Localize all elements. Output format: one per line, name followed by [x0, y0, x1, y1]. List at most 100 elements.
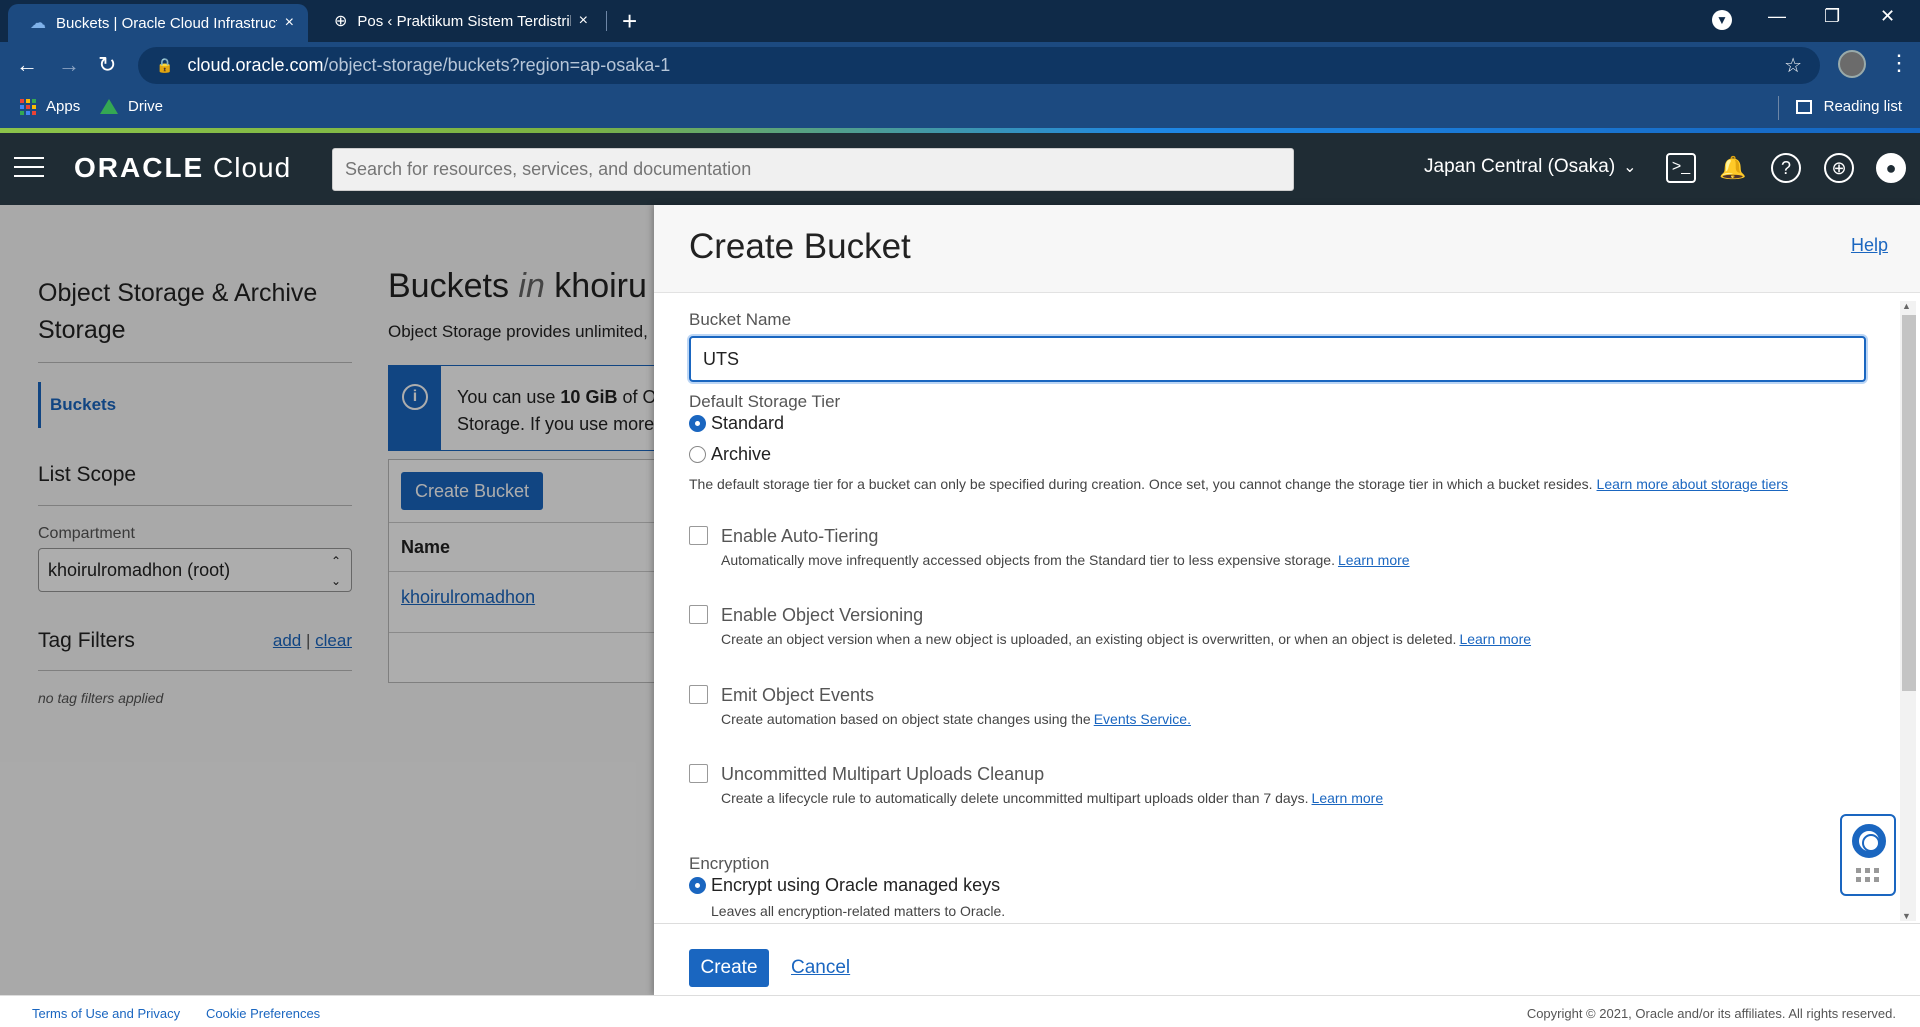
tab-title: Buckets | Oracle Cloud Infrastructu: [56, 14, 277, 32]
checkbox-label: Uncommitted Multipart Uploads Cleanup: [721, 764, 1045, 784]
encryption-help: Leaves all encryption-related matters to…: [711, 903, 1006, 919]
lock-icon: 🔒: [156, 57, 174, 73]
radio-label: Archive: [711, 444, 772, 464]
forward-icon[interactable]: →: [58, 50, 80, 80]
hamburger-menu-icon[interactable]: [14, 157, 44, 184]
auto-tiering-checkbox[interactable]: [689, 526, 708, 545]
bookmark-apps[interactable]: Apps: [20, 98, 80, 115]
tier-archive-radio[interactable]: Archive: [689, 444, 771, 465]
checkbox-help: Create automation based on object state …: [721, 711, 1191, 727]
bookmarks-bar: Apps Drive Reading list: [0, 88, 1920, 128]
reload-icon[interactable]: ↻: [98, 50, 116, 80]
support-widget[interactable]: [1840, 814, 1896, 896]
back-icon[interactable]: ←: [16, 50, 38, 80]
checkbox-help: Create an object version when a new obje…: [721, 631, 1531, 647]
modal-overlay[interactable]: [0, 205, 654, 995]
create-bucket-panel: Create Bucket Help Bucket Name Default S…: [654, 205, 1920, 995]
tab-title: Pos ‹ Praktikum Sistem Terdistribu: [357, 12, 571, 30]
tab-praktikum[interactable]: ⊕ Pos ‹ Praktikum Sistem Terdistribu ×: [312, 0, 602, 42]
create-button[interactable]: Create: [689, 949, 769, 987]
help-text: Create automation based on object state …: [721, 711, 1091, 727]
checkbox-help: Automatically move infrequently accessed…: [721, 552, 1410, 568]
help-link[interactable]: Help: [1851, 235, 1888, 256]
console-search-input[interactable]: [332, 148, 1294, 191]
radio-label: Standard: [711, 413, 785, 433]
tab-search-icon[interactable]: ▼: [1712, 10, 1732, 30]
scroll-up-icon[interactable]: ▲: [1902, 301, 1911, 311]
events-service-link[interactable]: Events Service.: [1094, 711, 1191, 727]
grid-dots-icon: [1856, 868, 1879, 882]
lifebuoy-icon: [1852, 824, 1886, 858]
browser-tab-strip: ☁ Buckets | Oracle Cloud Infrastructu × …: [0, 0, 1920, 42]
oracle-managed-keys-radio[interactable]: Encrypt using Oracle managed keys: [689, 875, 1000, 896]
user-profile-icon[interactable]: ●: [1876, 153, 1906, 183]
tab-separator: [606, 11, 607, 31]
close-tab-icon[interactable]: ×: [285, 14, 294, 32]
oracle-cloud-logo[interactable]: ORACLE Cloud: [74, 152, 291, 184]
encryption-label: Encryption: [689, 854, 770, 873]
storage-tiers-link[interactable]: Learn more about storage tiers: [1597, 476, 1788, 492]
drive-icon: [100, 99, 118, 114]
bookmark-star-icon[interactable]: ☆: [1784, 53, 1802, 78]
bookmark-drive[interactable]: Drive: [100, 98, 163, 115]
bookmark-label: Apps: [46, 98, 81, 115]
cloud-icon: ☁: [30, 15, 46, 32]
help-text: Create a lifecycle rule to automatically…: [721, 790, 1309, 806]
url-host: cloud.oracle.com: [187, 55, 324, 75]
panel-header: Create Bucket Help: [654, 205, 1920, 293]
scrollbar-thumb[interactable]: [1902, 315, 1916, 691]
panel-body: Bucket Name Default Storage Tier Standar…: [654, 293, 1920, 923]
help-text: Create an object version when a new obje…: [721, 631, 1457, 647]
learn-more-link[interactable]: Learn more: [1312, 790, 1384, 806]
scroll-down-icon[interactable]: ▼: [1902, 911, 1911, 921]
logo-product: Cloud: [204, 152, 292, 183]
bookmark-label: Drive: [128, 98, 164, 115]
apps-grid-icon: [20, 98, 36, 115]
radio-selected-icon: [689, 415, 706, 432]
help-text: Automatically move infrequently accessed…: [721, 552, 1335, 568]
reading-list-label: Reading list: [1823, 98, 1902, 115]
browser-menu-icon[interactable]: ⋮: [1888, 50, 1910, 76]
radio-selected-icon: [689, 877, 706, 894]
help-icon[interactable]: ?: [1771, 153, 1801, 183]
close-tab-icon[interactable]: ×: [579, 12, 588, 30]
cookie-preferences-link[interactable]: Cookie Preferences: [206, 1006, 320, 1021]
console-header: ORACLE Cloud Japan Central (Osaka) ⌄ >_ …: [0, 133, 1920, 205]
browser-toolbar: ← → ↻ 🔒 cloud.oracle.com/object-storage/…: [0, 42, 1920, 88]
terms-link[interactable]: Terms of Use and Privacy: [32, 1006, 180, 1021]
page-footer: Terms of Use and Privacy Cookie Preferen…: [0, 995, 1920, 1027]
globe-icon: ⊕: [334, 13, 348, 30]
cloud-shell-icon[interactable]: >_: [1666, 153, 1696, 183]
restore-icon[interactable]: ❐: [1824, 6, 1840, 27]
tier-help: The default storage tier for a bucket ca…: [689, 476, 1593, 492]
multipart-cleanup-checkbox[interactable]: [689, 764, 708, 783]
cancel-link[interactable]: Cancel: [791, 957, 850, 979]
new-tab-button[interactable]: +: [622, 6, 637, 36]
tab-buckets[interactable]: ☁ Buckets | Oracle Cloud Infrastructu ×: [8, 4, 308, 42]
checkbox-help: Create a lifecycle rule to automatically…: [721, 790, 1383, 806]
bucket-name-label: Bucket Name: [689, 310, 792, 329]
reading-list-button[interactable]: Reading list: [1795, 98, 1902, 115]
notifications-bell-icon[interactable]: 🔔: [1718, 153, 1748, 183]
profile-avatar[interactable]: [1838, 50, 1866, 78]
learn-more-link[interactable]: Learn more: [1338, 552, 1410, 568]
learn-more-link[interactable]: Learn more: [1459, 631, 1531, 647]
emit-events-checkbox[interactable]: [689, 685, 708, 704]
panel-footer: Create Cancel: [654, 923, 1920, 995]
region-selector[interactable]: Japan Central (Osaka) ⌄: [1424, 156, 1637, 178]
close-window-icon[interactable]: ✕: [1880, 6, 1895, 27]
language-globe-icon[interactable]: ⊕: [1824, 153, 1854, 183]
panel-title: Create Bucket: [689, 227, 911, 266]
radio-unselected-icon: [689, 446, 706, 463]
bookmark-separator: [1778, 96, 1779, 120]
url-path: /object-storage/buckets?region=ap-osaka-…: [323, 55, 671, 75]
checkbox-label: Enable Auto-Tiering: [721, 526, 879, 546]
minimize-icon[interactable]: —: [1768, 6, 1786, 27]
tier-standard-radio[interactable]: Standard: [689, 413, 784, 434]
address-bar[interactable]: 🔒 cloud.oracle.com/object-storage/bucket…: [138, 47, 1820, 84]
reading-list-icon: [1795, 99, 1812, 114]
checkbox-label: Enable Object Versioning: [721, 605, 924, 625]
logo-brand: ORACLE: [74, 152, 205, 183]
object-versioning-checkbox[interactable]: [689, 605, 708, 624]
bucket-name-input[interactable]: [689, 336, 1866, 382]
